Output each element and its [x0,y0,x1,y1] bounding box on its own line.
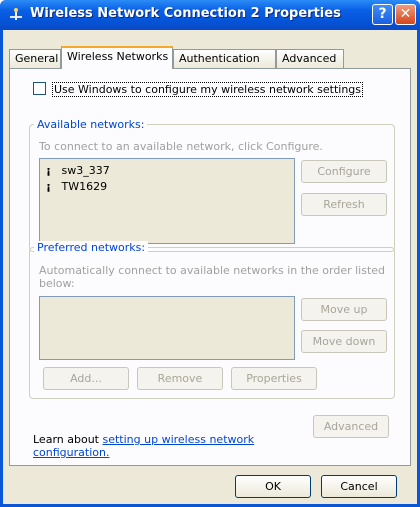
ok-button[interactable]: OK [235,475,311,498]
advanced-button[interactable]: Advanced [313,415,389,438]
configure-button[interactable]: Configure [301,160,387,183]
list-item[interactable]: ¡ sw3_337 [46,164,110,178]
learn-about-text: Learn about setting up wireless network … [33,433,283,459]
move-down-button[interactable]: Move down [301,330,387,353]
antenna-icon: ¡ [46,164,52,177]
antenna-icon: ¡ [46,180,52,193]
refresh-button[interactable]: Refresh [301,193,387,216]
help-icon[interactable]: ? [372,4,393,25]
list-item[interactable]: ¡ TW1629 [46,180,107,194]
available-networks-instruction: To connect to an available network, clic… [39,140,323,153]
tab-wireless-networks[interactable]: Wireless Networks [61,46,173,69]
properties-window: Wireless Network Connection 2 Properties… [0,0,420,507]
tab-authentication[interactable]: Authentication [173,49,276,68]
learn-about-prefix: Learn about [33,433,103,446]
dialog-client-area: General Wireless Networks Authentication… [3,30,417,504]
available-networks-list[interactable]: ¡ sw3_337 ¡ TW1629 [39,158,295,244]
cancel-button[interactable]: Cancel [321,475,397,498]
tab-general[interactable]: General [9,49,61,68]
remove-button[interactable]: Remove [137,367,223,390]
window-title: Wireless Network Connection 2 Properties [30,6,341,21]
close-icon[interactable]: ✕ [395,4,416,25]
available-networks-legend: Available networks: [34,118,148,131]
tab-advanced[interactable]: Advanced [276,49,344,68]
preferred-networks-legend: Preferred networks: [34,241,149,254]
add-button[interactable]: Add... [43,367,129,390]
use-windows-checkbox-label[interactable]: Use Windows to configure my wireless net… [52,82,364,97]
network-name: sw3_337 [61,164,110,177]
use-windows-checkbox[interactable] [33,82,46,95]
preferred-networks-list[interactable] [39,296,295,360]
network-name: TW1629 [61,180,108,193]
preferred-networks-instruction: Automatically connect to available netwo… [39,264,386,290]
properties-button[interactable]: Properties [231,367,317,390]
network-connection-icon [10,8,22,20]
move-up-button[interactable]: Move up [301,298,387,321]
title-bar[interactable]: Wireless Network Connection 2 Properties… [0,0,420,30]
